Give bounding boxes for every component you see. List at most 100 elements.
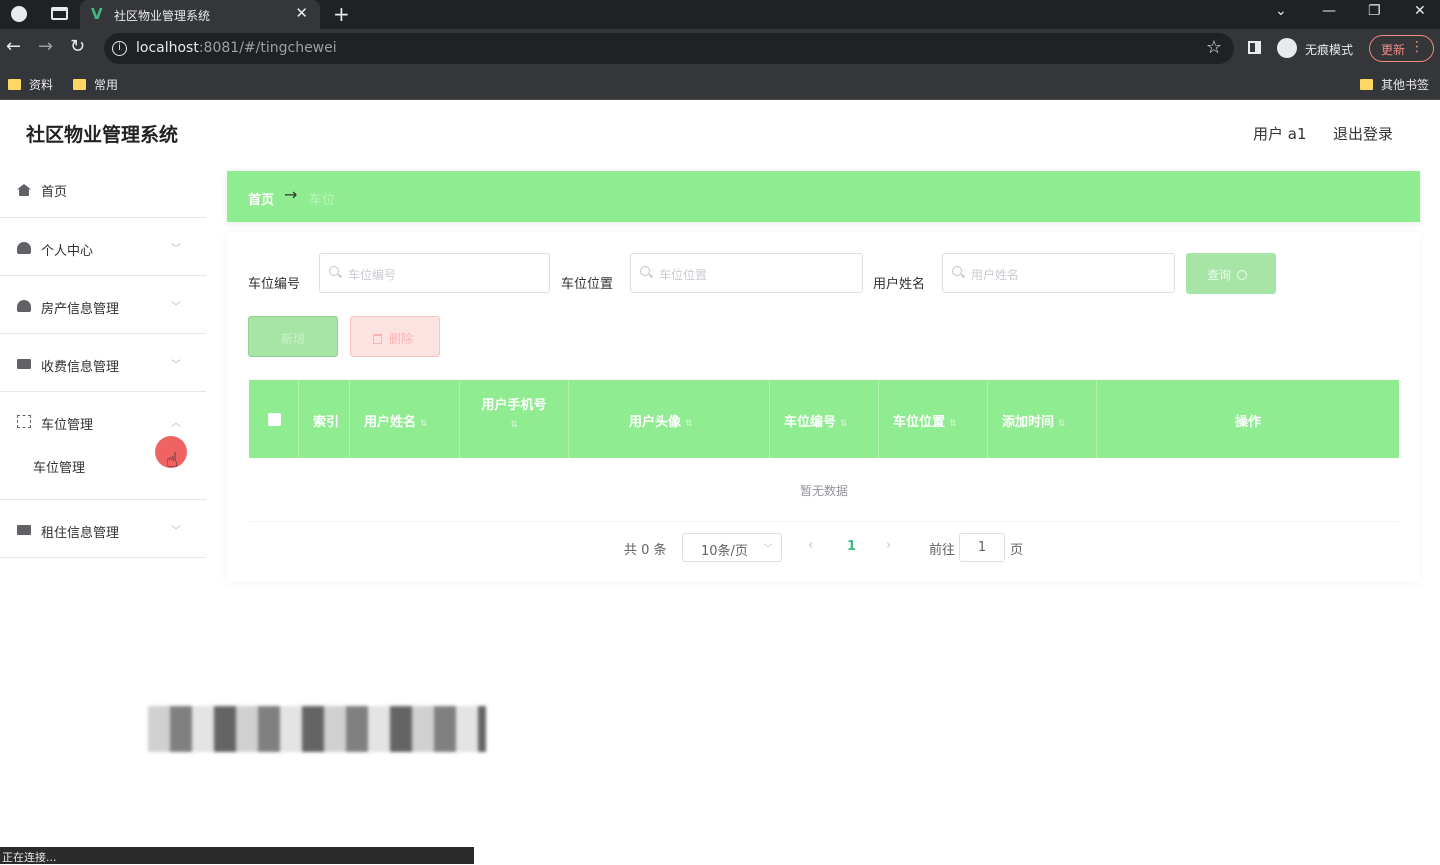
sidebar-item-label: 个人中心 — [41, 244, 94, 259]
delete-button[interactable]: 删除 — [350, 316, 440, 357]
column-space-location[interactable]: 车位位置 ⇅ — [879, 380, 988, 458]
breadcrumb-current: 车位 — [309, 193, 336, 208]
input-placeholder: 用户姓名 — [971, 268, 1020, 282]
search-icon — [329, 266, 339, 276]
new-tab-button[interactable]: + — [333, 2, 350, 26]
hand-cursor-icon: ☝ — [166, 448, 179, 472]
bookmark-star-icon[interactable]: ☆ — [1206, 37, 1222, 58]
select-all-column — [249, 380, 299, 458]
bookmarks-bar: 资料 常用 其他书签 — [0, 68, 1440, 100]
user-icon — [17, 300, 31, 312]
reload-icon[interactable]: ↻ — [70, 37, 85, 57]
folder-icon — [73, 79, 86, 90]
tab-search-icon[interactable] — [51, 7, 68, 20]
search-icon — [1237, 270, 1248, 280]
close-window-icon[interactable]: ✕ — [1414, 3, 1426, 19]
space-no-input[interactable]: 车位编号 — [319, 253, 550, 293]
close-tab-icon[interactable]: ✕ — [295, 4, 308, 22]
minimize-icon[interactable]: — — [1322, 3, 1336, 19]
column-user-phone[interactable]: 用户手机号 ⇅ — [460, 380, 569, 458]
chevron-down-icon: ﹀ — [763, 544, 773, 555]
chevron-down-icon: ﹀ — [171, 360, 181, 371]
column-space-no[interactable]: 车位编号 ⇅ — [770, 380, 879, 458]
space-location-input[interactable]: 车位位置 — [630, 253, 863, 293]
sidebar-item-label: 车位管理 — [41, 418, 94, 433]
browser-tab-strip: V 社区物业管理系统 ✕ + ⌄ — ❐ ✕ — [0, 0, 1440, 29]
tab-list-icon[interactable]: ⌄ — [1275, 3, 1287, 19]
back-icon[interactable]: ← — [6, 37, 21, 57]
add-button[interactable]: 新增 — [248, 316, 338, 357]
sort-icon[interactable]: ⇅ — [685, 419, 693, 429]
filter-label-space-no: 车位编号 — [248, 277, 301, 292]
folder-icon — [1360, 79, 1373, 90]
sort-icon[interactable]: ⇅ — [460, 420, 568, 430]
chevron-down-icon: ﹀ — [171, 244, 181, 255]
column-user-avatar[interactable]: 用户头像 ⇅ — [569, 380, 770, 458]
logout-link[interactable]: 退出登录 — [1333, 123, 1393, 144]
user-icon — [17, 242, 31, 254]
column-added-time[interactable]: 添加时间 ⇅ — [988, 380, 1097, 458]
input-placeholder: 车位位置 — [659, 268, 708, 282]
breadcrumb-home[interactable]: 首页 — [248, 189, 274, 208]
sidebar-item-fees[interactable]: 收费信息管理 ﹀ — [0, 334, 206, 392]
table-empty-row: 暂无数据 — [249, 458, 1399, 522]
incognito-icon — [1277, 38, 1297, 58]
restore-icon[interactable]: ❐ — [1368, 3, 1381, 19]
pixelated-watermark — [148, 706, 486, 752]
update-button[interactable]: 更新 ⋮ — [1369, 35, 1434, 62]
empty-text: 暂无数据 — [799, 484, 848, 498]
home-icon — [17, 184, 31, 196]
forward-icon[interactable]: → — [38, 37, 53, 57]
tab-title: 社区物业管理系统 — [114, 9, 211, 23]
column-index: 索引 — [299, 380, 350, 458]
query-button[interactable]: 查询 — [1186, 253, 1276, 294]
input-placeholder: 车位编号 — [348, 268, 397, 282]
prev-page-icon[interactable]: ‹ — [808, 538, 813, 553]
trash-icon — [373, 334, 382, 344]
app-title: 社区物业管理系统 — [26, 124, 179, 146]
browser-tab[interactable]: V 社区物业管理系统 ✕ — [80, 0, 320, 29]
goto-page-input[interactable]: 1 — [959, 533, 1005, 562]
sort-icon[interactable]: ⇅ — [1058, 419, 1066, 429]
sidebar-item-home[interactable]: 首页 — [0, 160, 206, 218]
sidebar-item-profile[interactable]: 个人中心 ﹀ — [0, 218, 206, 276]
chevron-down-icon: ﹀ — [171, 302, 181, 313]
page-size-select[interactable]: 10条/页 ﹀ — [682, 533, 782, 562]
monitor-icon — [17, 359, 31, 369]
next-page-icon[interactable]: › — [886, 538, 891, 553]
more-menu-icon[interactable]: ⋮ — [1410, 39, 1424, 55]
sort-icon[interactable]: ⇅ — [949, 419, 957, 429]
sidebar-item-rental[interactable]: 租住信息管理 ﹀ — [0, 500, 206, 558]
sidebar-item-label: 租住信息管理 — [41, 526, 120, 541]
incognito-label: 无痕模式 — [1305, 43, 1354, 57]
other-bookmarks[interactable]: 其他书签 — [1360, 76, 1429, 93]
vue-favicon-icon: V — [91, 5, 103, 23]
sort-icon[interactable]: ⇅ — [420, 419, 428, 429]
chevron-down-icon: ﹀ — [171, 526, 181, 537]
site-info-icon[interactable]: i — [112, 41, 127, 56]
bookmark-folder-1[interactable]: 资料 — [8, 76, 53, 93]
current-page[interactable]: 1 — [847, 539, 856, 554]
filter-label-space-location: 车位位置 — [561, 277, 614, 292]
breadcrumb: 首页 → 车位 — [227, 171, 1420, 222]
side-panel-icon[interactable] — [1248, 41, 1261, 54]
sort-icon[interactable]: ⇅ — [840, 419, 848, 429]
goto-suffix: 页 — [1010, 543, 1024, 558]
column-actions: 操作 — [1234, 415, 1261, 430]
sidebar-item-property[interactable]: 房产信息管理 ﹀ — [0, 276, 206, 334]
search-icon — [952, 266, 962, 276]
monitor-icon — [17, 525, 31, 535]
goto-label: 前往 — [929, 543, 956, 558]
table-header: 索引 用户姓名 ⇅ 用户手机号 ⇅ 用户头像 ⇅ 车位编号 ⇅ 车位位置 ⇅ 添加时间 ⇅ … — [249, 380, 1399, 458]
bookmark-folder-2[interactable]: 常用 — [73, 76, 118, 93]
address-bar[interactable]: i localhost:8081/#/tingchewei ☆ — [104, 33, 1234, 64]
pagination-total: 共 0 条 — [624, 543, 667, 558]
user-name-input[interactable]: 用户姓名 — [942, 253, 1175, 293]
current-user: 用户 a1 — [1253, 125, 1307, 143]
browser-menu-icon[interactable] — [11, 6, 27, 22]
column-user-name[interactable]: 用户姓名 ⇅ — [350, 380, 460, 458]
select-all-checkbox[interactable] — [268, 413, 281, 426]
sidebar-item-label: 收费信息管理 — [41, 360, 120, 375]
address-bar-row: ← → ↻ i localhost:8081/#/tingchewei ☆ 无痕… — [0, 29, 1440, 68]
sidebar-item-label: 首页 — [41, 185, 68, 200]
